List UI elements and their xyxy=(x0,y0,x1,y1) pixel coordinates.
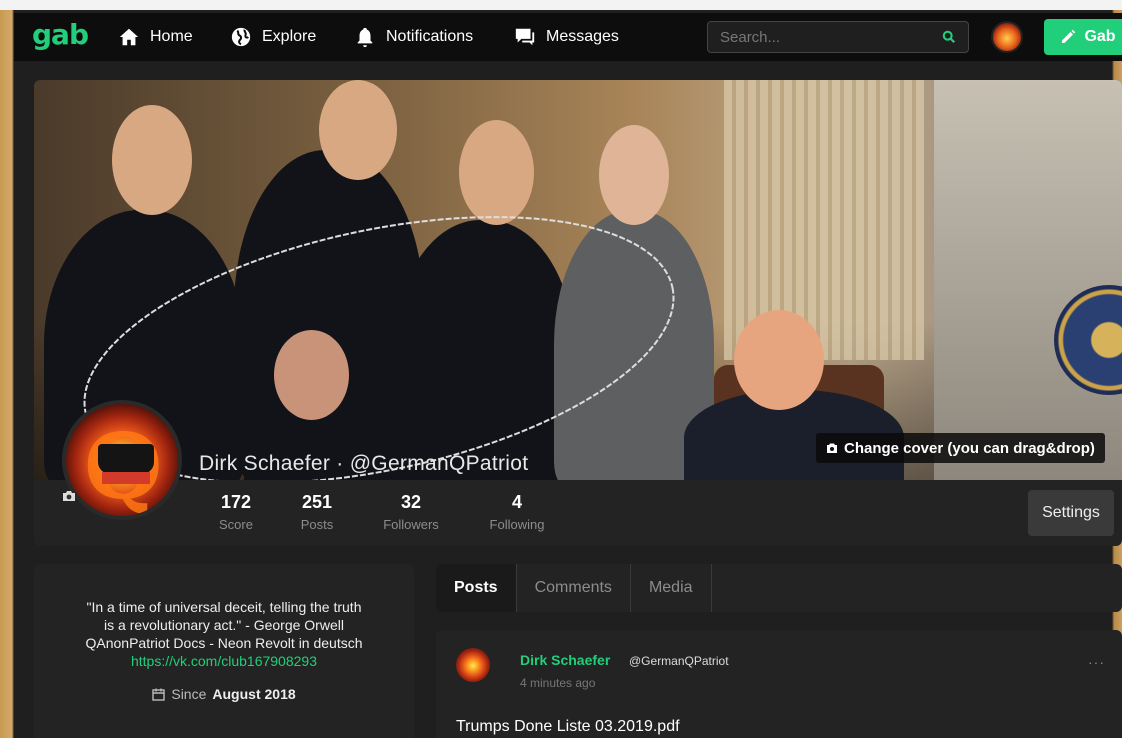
cover-drawn-oval xyxy=(83,216,675,480)
bio-since-prefix: Since xyxy=(171,686,207,702)
stat-score-label: Score xyxy=(219,517,253,532)
page: gab Home Explore Notifications Messages … xyxy=(0,0,1122,738)
bio-line-3: QAnonPatriot Docs - Neon Revolt in deuts… xyxy=(85,635,363,651)
tab-posts[interactable]: Posts xyxy=(436,564,517,612)
stat-following-value: 4 xyxy=(511,492,522,512)
post-timestamp[interactable]: 4 minutes ago xyxy=(520,676,595,690)
bio-link[interactable]: https://vk.com/club167908293 xyxy=(34,652,414,670)
pencil-icon xyxy=(1062,29,1076,43)
search-box[interactable] xyxy=(707,21,969,53)
nav-messages[interactable]: Messages xyxy=(514,24,619,50)
nav-notifications[interactable]: Notifications xyxy=(354,24,473,50)
avatar-band xyxy=(102,472,150,484)
post-card: Dirk Schaefer @GermanQPatriot 4 minutes … xyxy=(436,630,1122,738)
stat-posts-label: Posts xyxy=(300,517,334,532)
post-author-avatar[interactable] xyxy=(456,648,490,682)
change-cover-button[interactable]: Change cover (you can drag&drop) xyxy=(816,433,1105,463)
search-input[interactable] xyxy=(720,28,940,46)
compose-gab-button[interactable]: Gab xyxy=(1044,19,1122,55)
tab-media[interactable]: Media xyxy=(631,564,712,612)
tab-comments[interactable]: Comments xyxy=(517,564,631,612)
compose-gab-label: Gab xyxy=(1084,28,1116,45)
nav-notifications-label: Notifications xyxy=(386,28,474,45)
bio-quote-line-1: "In a time of universal deceit, telling … xyxy=(86,599,362,615)
nav-explore-label: Explore xyxy=(262,28,317,45)
camera-icon[interactable] xyxy=(62,490,76,502)
name-separator: · xyxy=(330,452,350,475)
bio-quote-line-2: is a revolutionary act." - George Orwell xyxy=(104,617,344,633)
profile-avatar[interactable]: Q xyxy=(62,400,182,520)
stat-followers-value: 32 xyxy=(400,492,422,512)
stat-followers-label: Followers xyxy=(383,517,439,532)
display-name: Dirk Schaefer xyxy=(199,452,331,475)
post-author-handle[interactable]: @GermanQPatriot xyxy=(629,654,729,668)
post-text: Trumps Done Liste 03.2019.pdf xyxy=(456,718,680,735)
gab-logo[interactable]: gab xyxy=(32,18,89,51)
browser-top-strip xyxy=(0,0,1122,10)
profile-handle: @GermanQPatriot xyxy=(349,452,529,475)
stat-posts-value: 251 xyxy=(301,492,333,512)
globe-icon xyxy=(231,27,251,47)
post-more-icon[interactable]: ··· xyxy=(1088,654,1105,670)
bell-icon xyxy=(357,27,373,48)
user-avatar[interactable] xyxy=(991,21,1023,53)
search-icon[interactable] xyxy=(942,30,956,44)
profile-tabs: Posts Comments Media xyxy=(436,564,1122,612)
change-cover-label: Change cover (you can drag&drop) xyxy=(844,439,1095,457)
home-icon xyxy=(119,28,139,46)
nav-explore[interactable]: Explore xyxy=(230,24,316,50)
cover-image[interactable] xyxy=(34,80,1122,480)
post-author-name[interactable]: Dirk Schaefer xyxy=(520,652,610,668)
stat-following[interactable]: 4 Following xyxy=(477,492,557,532)
chat-icon xyxy=(515,28,535,46)
stat-score[interactable]: 172 Score xyxy=(196,492,276,532)
calendar-icon xyxy=(152,688,166,701)
nav-home-label: Home xyxy=(150,28,193,45)
stat-following-label: Following xyxy=(489,517,545,532)
nav-home[interactable]: Home xyxy=(118,24,193,50)
profile-name: Dirk Schaefer · @GermanQPatriot xyxy=(199,452,528,476)
bio-since-date: August 2018 xyxy=(212,686,296,702)
bio-since: Since August 2018 xyxy=(34,686,414,702)
settings-button[interactable]: Settings xyxy=(1028,490,1114,536)
stat-followers[interactable]: 32 Followers xyxy=(371,492,451,532)
top-navbar: gab Home Explore Notifications Messages … xyxy=(14,13,1122,61)
stat-score-value: 172 xyxy=(220,492,252,512)
bio-card: "In a time of universal deceit, telling … xyxy=(34,564,414,738)
camera-icon xyxy=(827,443,837,453)
avatar-helmet xyxy=(98,444,154,474)
stat-posts[interactable]: 251 Posts xyxy=(277,492,357,532)
nav-messages-label: Messages xyxy=(546,28,619,45)
